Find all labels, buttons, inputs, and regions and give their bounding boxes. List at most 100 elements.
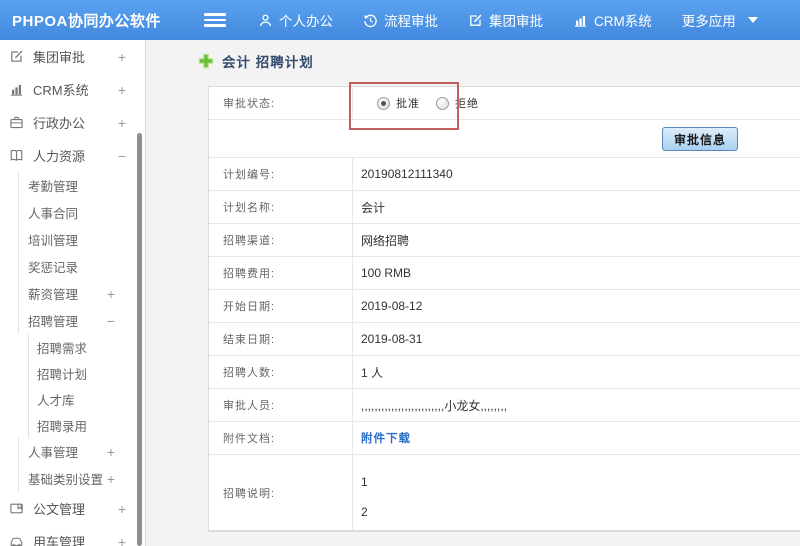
car-icon <box>9 534 26 546</box>
sidebar-item-label: 考勤管理 <box>28 180 79 194</box>
nav-more-apps[interactable]: 更多应用 <box>682 10 758 30</box>
expand-icon[interactable]: + <box>118 82 145 98</box>
sidebar-item-talent-pool[interactable]: 人才库 <box>28 386 145 412</box>
history-icon <box>363 13 378 28</box>
main-content: 会计 招聘计划 审批状态: 批准 拒绝 审批信息 计划编号: 2019081211… <box>147 40 800 546</box>
bar-chart-icon <box>573 13 588 28</box>
radio-approve-label: 批准 <box>396 98 420 110</box>
sidebar-item-label: 招聘管理 <box>28 315 79 329</box>
sidebar-item-recruitment-mgmt[interactable]: 招聘管理 − <box>18 307 145 334</box>
sidebar-item-human-resources[interactable]: 人力资源 − <box>0 139 145 172</box>
sidebar-item-recruitment-hire[interactable]: 招聘录用 <box>28 412 145 438</box>
field-label: 计划名称: <box>209 191 353 223</box>
expand-icon[interactable]: + <box>118 49 145 65</box>
page-title: 会计 招聘计划 <box>198 51 314 71</box>
edit-icon <box>9 49 26 64</box>
radio-approve[interactable] <box>377 96 390 110</box>
sidebar-item-training-mgmt[interactable]: 培训管理 <box>18 226 145 253</box>
nav-personal-office[interactable]: 个人办公 <box>258 10 333 30</box>
sidebar-item-group-approval[interactable]: 集团审批 + <box>0 40 145 73</box>
approval-radio-group: 批准 拒绝 <box>353 87 800 119</box>
page-title-text: 会计 招聘计划 <box>222 55 314 70</box>
field-row: 计划编号: 20190812111340 <box>209 158 800 191</box>
field-value: 1 2 <box>361 475 368 519</box>
briefcase-icon <box>9 115 26 130</box>
edit-icon <box>468 13 483 28</box>
field-label: 结束日期: <box>209 323 353 355</box>
sidebar-item-label: 人才库 <box>37 393 75 408</box>
field-value: 附件下载 <box>353 422 800 454</box>
sidebar-item-personnel-mgmt[interactable]: 人事管理 + <box>18 438 145 465</box>
sidebar-item-label: 公文管理 <box>33 502 86 517</box>
sidebar-menu: 集团审批 + CRM系统 + 行政办公 + 人力资源 − 考勤管理人事合同培训管理奖惩记录薪资管… <box>0 40 145 546</box>
field-row: 审批人员: ,,,,,,,,,,,,,,,,,,,,,,,,,小龙女,,,,,,,… <box>209 389 800 422</box>
field-label: 计划编号: <box>209 158 353 190</box>
field-value: ,,,,,,,,,,,,,,,,,,,,,,,,,小龙女,,,,,,,, <box>361 398 508 413</box>
sidebar-item-label: 人事合同 <box>28 207 79 221</box>
field-row: 招聘人数: 1 人 <box>209 356 800 389</box>
app-logo: PHPOA协同办公软件 <box>12 12 161 30</box>
sidebar-item-label: 基础类别设置 <box>28 473 104 487</box>
field-label: 审批人员: <box>209 389 353 421</box>
sidebar-item-recruitment-plan[interactable]: 招聘计划 <box>28 360 145 386</box>
field-value: 会计 <box>361 200 386 215</box>
nav-label: CRM系统 <box>594 14 652 29</box>
sidebar-item-vehicle-mgmt[interactable]: 用车管理 + <box>0 525 145 546</box>
book-icon <box>9 148 26 163</box>
chart-icon <box>9 82 26 97</box>
sidebar-item-crm-system[interactable]: CRM系统 + <box>0 73 145 106</box>
sidebar-item-label: 奖惩记录 <box>28 261 79 275</box>
sidebar: 集团审批 + CRM系统 + 行政办公 + 人力资源 − 考勤管理人事合同培训管理奖惩记录薪资管… <box>0 40 146 546</box>
sidebar-item-reward-punishment[interactable]: 奖惩记录 <box>18 253 145 280</box>
detail-rows: 计划编号: 20190812111340 计划名称: 会计招聘渠道: 网络招聘 招聘费用:… <box>209 158 800 531</box>
nav-crm-system[interactable]: CRM系统 <box>573 10 652 30</box>
plus-icon <box>198 53 214 69</box>
nav-label: 流程审批 <box>384 14 438 29</box>
sidebar-item-attendance-mgmt[interactable]: 考勤管理 <box>18 172 145 199</box>
sidebar-item-label: 人力资源 <box>33 149 86 164</box>
field-row: 招聘说明: 1 2 <box>209 455 800 531</box>
field-label: 附件文档: <box>209 422 353 454</box>
nav-workflow-approval[interactable]: 流程审批 <box>363 10 438 30</box>
nav-group-approval[interactable]: 集团审批 <box>468 10 543 30</box>
sidebar-item-label: 用车管理 <box>33 535 86 546</box>
sidebar-item-label: 培训管理 <box>28 234 79 248</box>
sidebar-item-label: 薪资管理 <box>28 288 79 302</box>
sidebar-item-recruitment-demand[interactable]: 招聘需求 <box>28 334 145 360</box>
sidebar-item-label: CRM系统 <box>33 83 89 98</box>
radio-reject-label: 拒绝 <box>455 98 479 110</box>
approval-info-button[interactable]: 审批信息 <box>661 127 738 151</box>
expand-icon[interactable]: + <box>118 115 145 131</box>
sidebar-item-label: 集团审批 <box>33 50 86 65</box>
field-row: 招聘费用: 100 RMB <box>209 257 800 290</box>
sidebar-item-label: 行政办公 <box>33 116 86 131</box>
field-label: 招聘说明: <box>209 455 353 530</box>
field-row: 结束日期: 2019-08-31 <box>209 323 800 356</box>
top-nav: 个人办公 流程审批 集团审批 CRM系统 更多应用 <box>258 10 758 30</box>
sidebar-item-personnel-contract[interactable]: 人事合同 <box>18 199 145 226</box>
field-row: 开始日期: 2019-08-12 <box>209 290 800 323</box>
hamburger-menu-icon[interactable] <box>204 13 226 27</box>
detail-table: 审批状态: 批准 拒绝 审批信息 计划编号: 20190812111340 计划名称… <box>208 86 800 532</box>
approval-status-row: 审批状态: 批准 拒绝 <box>209 87 800 120</box>
radio-reject[interactable] <box>436 96 449 110</box>
sidebar-item-label: 招聘录用 <box>37 419 88 434</box>
caret-down-icon <box>747 17 758 23</box>
field-value: 2019-08-31 <box>361 332 423 346</box>
nav-label: 更多应用 <box>681 14 736 29</box>
nav-label: 个人办公 <box>279 14 333 29</box>
approval-button-row: 审批信息 <box>209 120 800 158</box>
sidebar-item-basic-category-settings[interactable]: 基础类别设置 + <box>18 465 145 492</box>
attachment-download-link[interactable]: 附件下载 <box>361 430 411 446</box>
sidebar-scrollbar[interactable] <box>137 133 142 546</box>
sidebar-item-label: 招聘计划 <box>37 367 88 382</box>
sidebar-item-admin-office[interactable]: 行政办公 + <box>0 106 145 139</box>
user-icon <box>258 13 273 28</box>
sidebar-item-salary-mgmt[interactable]: 薪资管理 + <box>18 280 145 307</box>
field-label: 开始日期: <box>209 290 353 322</box>
field-value: 20190812111340 <box>361 167 453 181</box>
field-value: 2019-08-12 <box>361 299 423 313</box>
sidebar-item-document-mgmt[interactable]: 公文管理 + <box>0 492 145 525</box>
field-label: 审批状态: <box>209 87 353 119</box>
field-row: 招聘渠道: 网络招聘 <box>209 224 800 257</box>
